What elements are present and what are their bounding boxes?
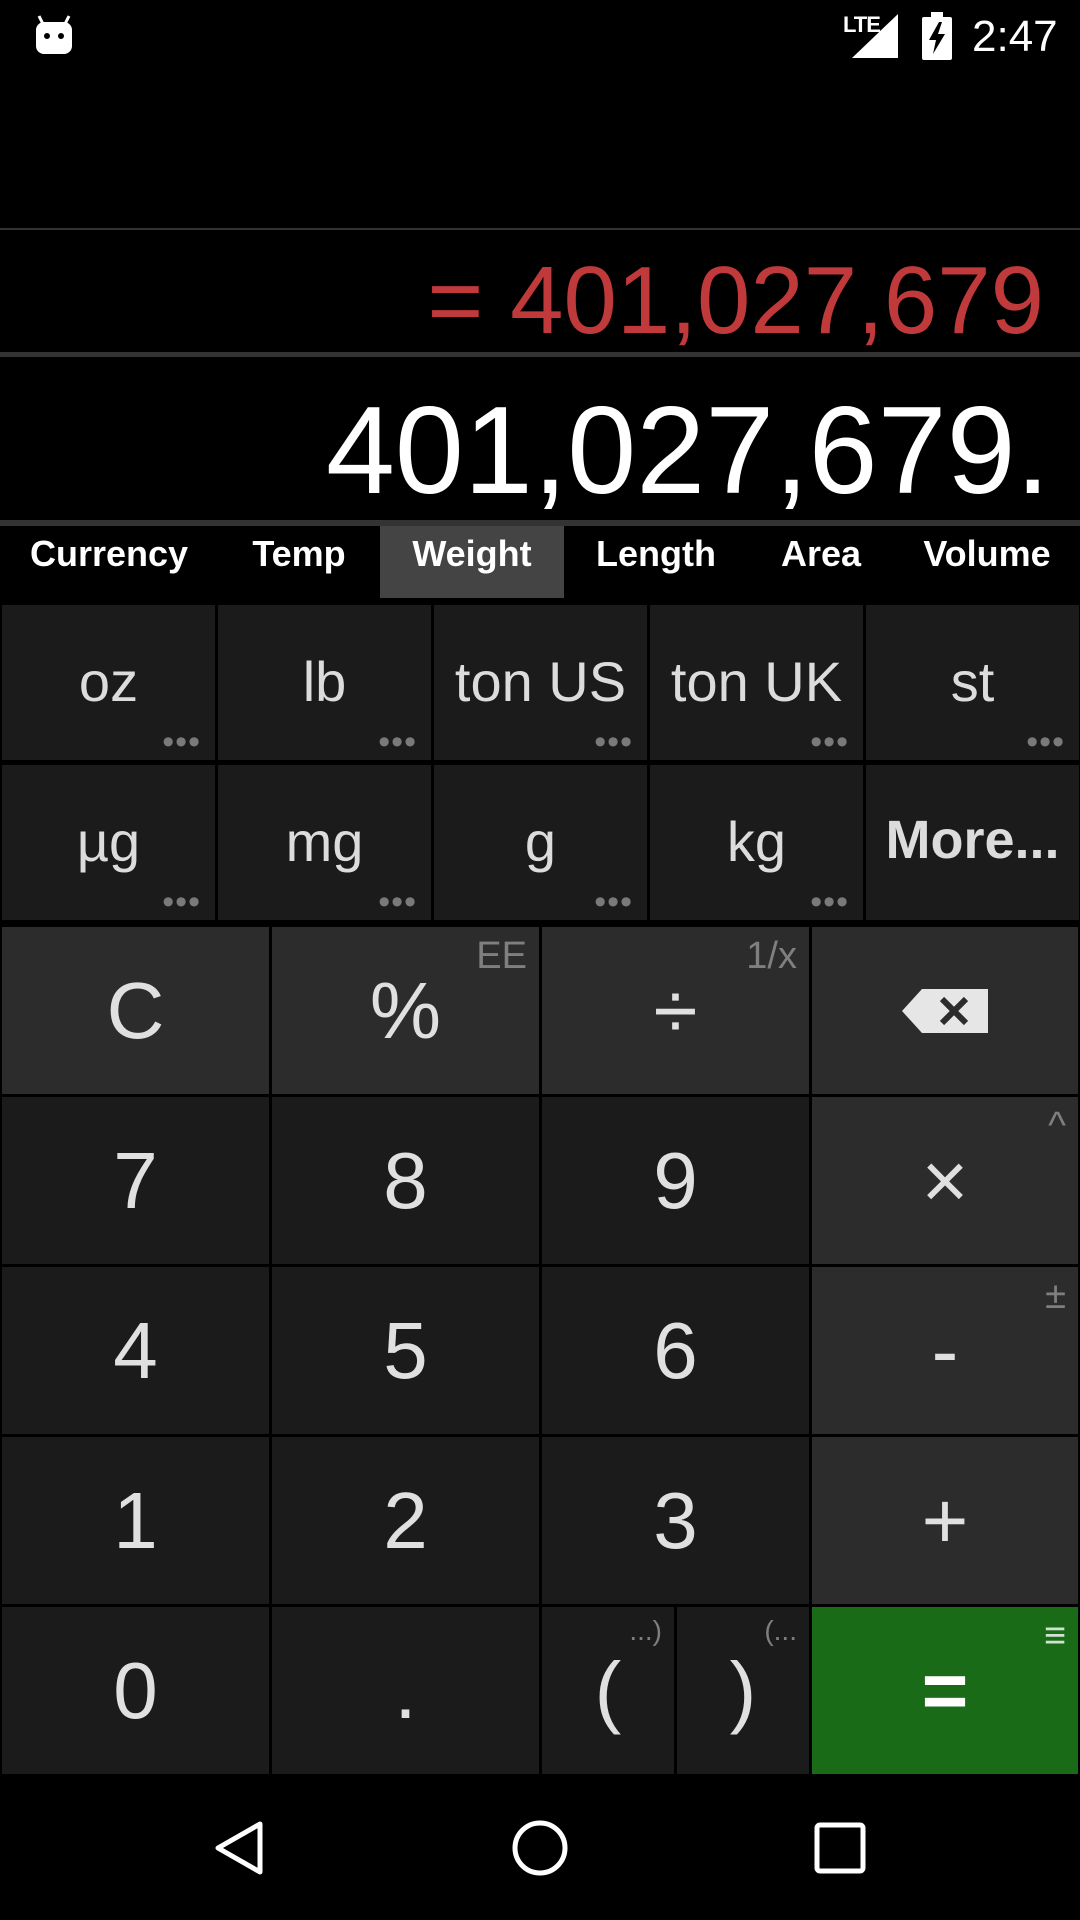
key-alt-label: ^ (1048, 1105, 1066, 1147)
key-label: 8 (383, 1136, 428, 1225)
tab-temp[interactable]: Temp (218, 526, 380, 598)
unit-ton-us-button[interactable]: ton US ••• (434, 605, 647, 760)
unit-label: g (524, 810, 557, 873)
tab-length[interactable]: Length (564, 526, 748, 598)
digit-5-button[interactable]: 5 (272, 1267, 539, 1434)
minus-button[interactable]: - ± (812, 1267, 1078, 1434)
unit-label: µg (76, 810, 141, 873)
key-label: + (921, 1476, 969, 1565)
unit-kg-button[interactable]: kg ••• (650, 765, 863, 920)
unit-g-button[interactable]: g ••• (434, 765, 647, 920)
key-label: = (921, 1646, 969, 1735)
key-label: 4 (113, 1306, 158, 1395)
backspace-icon (902, 989, 988, 1033)
unit-label: ton US (454, 650, 627, 713)
key-alt-label: ± (1045, 1275, 1066, 1317)
multiply-button[interactable]: × ^ (812, 1097, 1078, 1264)
backspace-button[interactable] (812, 927, 1078, 1094)
key-label: 9 (653, 1136, 698, 1225)
digit-6-button[interactable]: 6 (542, 1267, 809, 1434)
key-label: × (921, 1136, 969, 1225)
key-alt-label: EE (476, 935, 527, 977)
history-icon: ≡ (1043, 1615, 1066, 1657)
divide-button[interactable]: ÷ 1/x (542, 927, 809, 1094)
battery-charging-icon (922, 12, 952, 60)
key-label: C (106, 966, 165, 1055)
unit-label: ton UK (670, 650, 843, 713)
key-label: . (394, 1646, 417, 1735)
close-paren-button[interactable]: ) (... (677, 1607, 809, 1774)
decimal-button[interactable]: . (272, 1607, 539, 1774)
equals-button[interactable]: = ≡ (812, 1607, 1078, 1774)
digit-1-button[interactable]: 1 (2, 1437, 269, 1604)
key-label: 7 (113, 1136, 158, 1225)
key-label: 6 (653, 1306, 698, 1395)
more-options-icon: ••• (810, 723, 849, 761)
key-alt-label: 1/x (746, 935, 797, 977)
unit-category-tabs: Currency Temp Weight Length Area Volume (0, 526, 1080, 598)
unit-label: kg (726, 810, 787, 873)
open-paren-button[interactable]: ( ...) (542, 1607, 674, 1774)
unit-label: More... (885, 810, 1060, 870)
percent-button[interactable]: % EE (272, 927, 539, 1094)
clock: 2:47 (972, 12, 1058, 61)
recents-icon[interactable] (810, 1818, 870, 1878)
key-alt-label: ...) (629, 1615, 662, 1646)
unit-label: st (950, 650, 995, 713)
display-divider-middle (0, 352, 1080, 357)
back-icon[interactable] (210, 1818, 270, 1878)
navigation-bar (0, 1776, 1080, 1920)
status-bar: LTE 2:47 (0, 0, 1080, 72)
android-notification-icon (36, 15, 72, 54)
unit-st-button[interactable]: st ••• (866, 605, 1079, 760)
more-options-icon: ••• (810, 883, 849, 921)
more-options-icon: ••• (162, 723, 201, 761)
plus-button[interactable]: + (812, 1437, 1078, 1604)
unit-label: oz (78, 650, 139, 713)
unit-label: mg (285, 810, 364, 873)
more-units-button[interactable]: More... (866, 765, 1079, 920)
signal-icon (852, 14, 898, 58)
more-options-icon: ••• (1026, 723, 1065, 761)
home-icon[interactable] (510, 1818, 570, 1878)
digit-7-button[interactable]: 7 (2, 1097, 269, 1264)
key-label: 5 (383, 1306, 428, 1395)
clear-button[interactable]: C (2, 927, 269, 1094)
display-divider-top (0, 228, 1080, 230)
digit-3-button[interactable]: 3 (542, 1437, 809, 1604)
digit-2-button[interactable]: 2 (272, 1437, 539, 1604)
key-label: 3 (653, 1476, 698, 1565)
digit-9-button[interactable]: 9 (542, 1097, 809, 1264)
tab-volume[interactable]: Volume (894, 526, 1080, 598)
unit-ton-uk-button[interactable]: ton UK ••• (650, 605, 863, 760)
more-options-icon: ••• (594, 723, 633, 761)
key-label: 1 (113, 1476, 158, 1565)
key-alt-label: (... (764, 1615, 797, 1646)
key-label: 2 (383, 1476, 428, 1565)
key-label: - (931, 1306, 959, 1395)
unit-ug-button[interactable]: µg ••• (2, 765, 215, 920)
key-label: 0 (113, 1646, 158, 1735)
tab-currency[interactable]: Currency (0, 526, 218, 598)
unit-oz-button[interactable]: oz ••• (2, 605, 215, 760)
more-options-icon: ••• (162, 883, 201, 921)
tab-weight[interactable]: Weight (380, 526, 564, 598)
tab-area[interactable]: Area (748, 526, 894, 598)
result-display: = 401,027,679 (427, 247, 1044, 354)
more-options-icon: ••• (594, 883, 633, 921)
input-display[interactable]: 401,027,679. (326, 380, 1050, 522)
digit-8-button[interactable]: 8 (272, 1097, 539, 1264)
unit-label: lb (302, 650, 347, 713)
unit-lb-button[interactable]: lb ••• (218, 605, 431, 760)
more-options-icon: ••• (378, 723, 417, 761)
digit-4-button[interactable]: 4 (2, 1267, 269, 1434)
digit-0-button[interactable]: 0 (2, 1607, 269, 1774)
unit-mg-button[interactable]: mg ••• (218, 765, 431, 920)
more-options-icon: ••• (378, 883, 417, 921)
